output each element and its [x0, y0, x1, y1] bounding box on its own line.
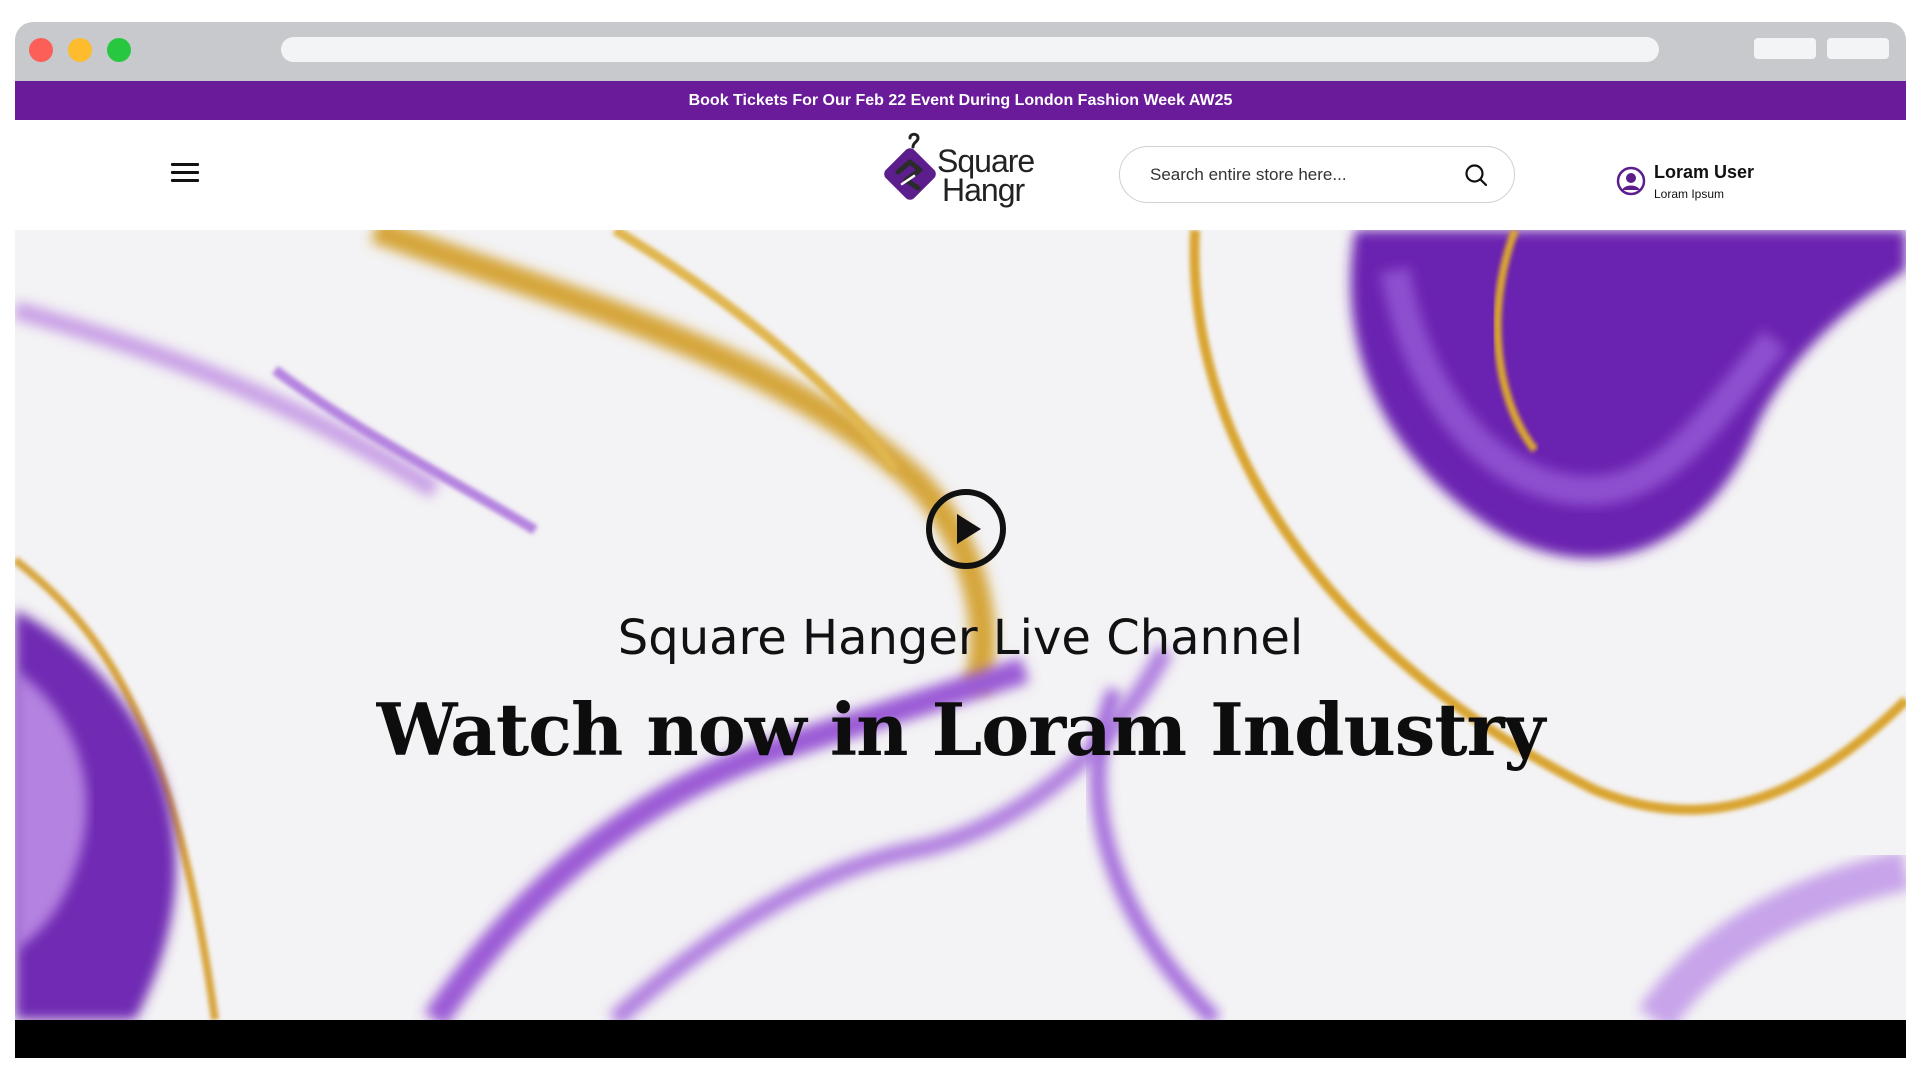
logo-text-line2: Hangr — [942, 172, 1025, 208]
close-window-button[interactable] — [29, 38, 53, 62]
footer-bar — [15, 1020, 1906, 1058]
user-account[interactable]: Loram User Loram Ipsum — [1616, 162, 1776, 202]
browser-action-button[interactable] — [1827, 38, 1889, 59]
announcement-bar[interactable]: Book Tickets For Our Feb 22 Event During… — [15, 81, 1906, 120]
hamburger-menu-icon[interactable] — [170, 160, 200, 184]
user-name[interactable]: Loram User — [1654, 162, 1754, 183]
address-bar[interactable] — [281, 37, 1659, 62]
play-circle-icon[interactable] — [925, 488, 1007, 570]
site-header: Square Hangr Loram User Loram Ipsum — [15, 120, 1906, 230]
maximize-window-button[interactable] — [107, 38, 131, 62]
user-subtitle: Loram Ipsum — [1654, 187, 1725, 201]
search-input[interactable] — [1150, 147, 1470, 202]
user-circle-icon — [1616, 166, 1646, 196]
browser-action-button[interactable] — [1754, 38, 1816, 59]
announcement-text[interactable]: Book Tickets For Our Feb 22 Event During… — [689, 92, 1233, 110]
browser-chrome — [15, 22, 1906, 81]
site-logo[interactable]: Square Hangr — [880, 132, 1060, 214]
hero-subtitle: Square Hanger Live Channel — [617, 610, 1304, 666]
minimize-window-button[interactable] — [68, 38, 92, 62]
hero-banner: Square Hanger Live Channel Watch now in … — [15, 230, 1906, 1020]
browser-window: Book Tickets For Our Feb 22 Event During… — [15, 22, 1906, 1058]
search-icon[interactable] — [1464, 163, 1488, 187]
search-box[interactable] — [1119, 146, 1515, 203]
hero-title: Watch now in Loram Industry — [376, 687, 1546, 772]
hanger-logo-icon — [884, 132, 936, 200]
